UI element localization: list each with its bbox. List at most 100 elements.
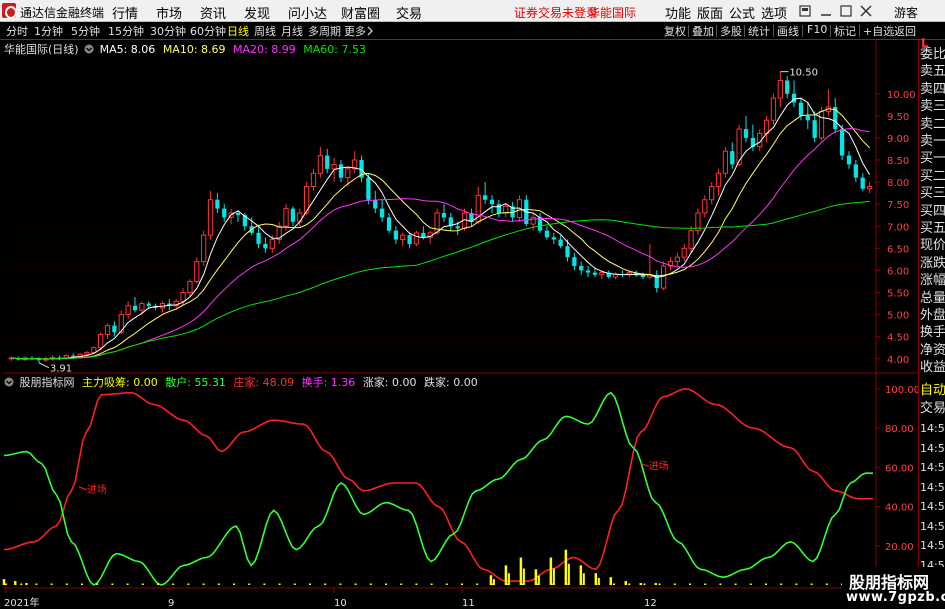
candle-body <box>681 247 687 258</box>
side-label[interactable]: 买四 <box>920 203 945 220</box>
period-tab-5min[interactable]: 5分钟 <box>71 23 100 39</box>
quote-side-panel: L 委比 卖五 卖四 卖三 卖二 卖一 买一 买二 买三 买四 买五 现价 涨跌 涨幅 总量 外盘 换手 净资 收益… <box>918 36 945 609</box>
back-button[interactable]: 返回 <box>894 23 916 39</box>
x-axis-label: 12 <box>644 598 657 609</box>
menu-item-trade[interactable]: 交易 <box>396 3 422 22</box>
menu-item-formula[interactable]: 公式 <box>729 3 755 22</box>
side-time: 14:56 <box>920 480 945 494</box>
ma60-line <box>11 200 870 360</box>
mark-button[interactable]: 标记 <box>834 23 856 39</box>
app-title: 通达信金融终端 <box>20 6 105 20</box>
side-label[interactable]: 现价 <box>920 237 945 254</box>
candle-body <box>709 186 715 201</box>
guest-label[interactable]: 游客 <box>894 4 918 21</box>
candle-body <box>674 256 680 263</box>
side-label[interactable]: 买五 <box>920 220 945 237</box>
overlay-button[interactable]: 叠加 <box>692 23 714 39</box>
side-label[interactable]: 买二 <box>920 168 945 185</box>
candle-body <box>441 213 447 218</box>
indicator-tick-label: 20.00 <box>885 542 914 553</box>
period-tab-60min[interactable]: 60分钟 <box>190 23 226 39</box>
period-tab-daily[interactable]: 日线 <box>227 23 249 39</box>
candle-body <box>132 305 138 311</box>
stock-title: 华能国际(日线) <box>4 43 79 56</box>
side-label[interactable]: 净资 <box>920 342 945 359</box>
side-label[interactable]: 换手 <box>920 324 945 341</box>
menu-item-market[interactable]: 行情 <box>112 3 138 22</box>
menu-item-news[interactable]: 资讯 <box>200 3 226 22</box>
period-tab-more[interactable]: 更多 <box>344 23 366 39</box>
menu-item-layout[interactable]: 版面 <box>697 3 723 22</box>
candle-body <box>558 239 563 247</box>
minimize-icon[interactable] <box>820 5 832 17</box>
adjust-button[interactable]: 复权 <box>664 23 686 39</box>
candle-body <box>866 186 873 190</box>
side-label[interactable]: 卖一 <box>920 133 945 150</box>
period-tab-1min[interactable]: 1分钟 <box>34 23 63 39</box>
watermark: 股朋指标网 www.7gpzb.com <box>842 567 945 609</box>
menu-item-exchange[interactable]: 市场 <box>156 3 182 22</box>
side-time: 14:56 <box>920 422 945 435</box>
chevron-right-icon[interactable] <box>366 26 374 36</box>
menu-item-discover[interactable]: 发现 <box>244 3 270 22</box>
side-label[interactable]: 涨幅 <box>920 272 945 289</box>
candle-body <box>407 235 412 244</box>
multi-stock-button[interactable]: 多股 <box>720 23 742 39</box>
period-tab-weekly[interactable]: 周线 <box>254 23 276 39</box>
period-tab-15min[interactable]: 15分钟 <box>108 23 144 39</box>
close-icon[interactable] <box>860 5 872 17</box>
candle-body <box>393 230 399 240</box>
price-tick-label: 9.00 <box>887 134 909 145</box>
side-label[interactable]: 总量 <box>920 290 945 307</box>
candle-body <box>434 212 440 234</box>
f10-button[interactable]: F10 <box>807 23 827 36</box>
menu-item-ask[interactable]: 问小达 <box>288 3 327 22</box>
side-label[interactable]: 买三 <box>920 185 945 202</box>
dropdown-circle-icon[interactable] <box>4 377 14 387</box>
candle-body <box>317 155 323 174</box>
candle-body <box>413 232 420 245</box>
maximize-icon[interactable] <box>840 5 852 17</box>
skin-icon[interactable] <box>799 5 811 17</box>
period-tab-multi[interactable]: 多周期 <box>308 23 341 39</box>
dropdown-circle-icon[interactable] <box>84 44 94 54</box>
side-bottom-label[interactable]: 交易 <box>920 400 945 417</box>
high-price-label: 10.50 <box>789 68 818 79</box>
candle-body <box>722 150 729 174</box>
price-tick-label: 9.50 <box>887 112 909 123</box>
side-time: 14:56 <box>920 461 945 474</box>
side-label[interactable]: 卖四 <box>920 81 945 98</box>
login-warning[interactable]: 证券交易未登录 <box>514 4 598 21</box>
side-label[interactable]: 涨跌 <box>920 255 945 272</box>
side-label[interactable]: 卖五 <box>920 63 945 80</box>
period-tab-30min[interactable]: 30分钟 <box>150 23 186 39</box>
price-tick-label: 4.50 <box>887 333 909 344</box>
x-axis-label: 10 <box>334 598 347 609</box>
menu-item-options[interactable]: 选项 <box>761 3 787 22</box>
side-bottom-label[interactable]: 自动 <box>920 382 945 399</box>
side-label[interactable]: 外盘 <box>920 307 945 324</box>
side-label[interactable]: 买一 <box>920 150 945 167</box>
candle-body <box>269 239 275 249</box>
candle-body <box>373 199 378 209</box>
candle-body <box>544 230 550 238</box>
statistics-button[interactable]: 统计 <box>748 23 770 39</box>
candle-body <box>688 230 694 249</box>
side-label[interactable]: 委比 <box>920 46 945 63</box>
period-tab-intraday[interactable]: 分时 <box>6 23 28 39</box>
draw-line-button[interactable]: 画线 <box>777 23 799 39</box>
candle-body <box>455 226 460 229</box>
price-tick-label: 10.00 <box>887 90 916 101</box>
kline-chart[interactable]: 进场进场 10.009.509.008.508.007.507.006.506.… <box>0 40 945 609</box>
period-tab-monthly[interactable]: 月线 <box>281 23 303 39</box>
menu-item-function[interactable]: 功能 <box>665 3 691 22</box>
side-label[interactable]: 收益 <box>920 359 945 376</box>
candle-body <box>496 204 501 213</box>
entry-marker <box>78 486 88 491</box>
price-tick-label: 8.50 <box>887 156 909 167</box>
period-toolbar: 分时 1分钟 5分钟 15分钟 30分钟 60分钟 日线 周线 月线 多周期 更… <box>0 22 945 40</box>
menu-item-fortune[interactable]: 财富圈 <box>341 3 380 22</box>
side-label[interactable]: 卖二 <box>920 116 945 133</box>
candle-body <box>743 129 749 138</box>
side-label[interactable]: 卖三 <box>920 98 945 115</box>
